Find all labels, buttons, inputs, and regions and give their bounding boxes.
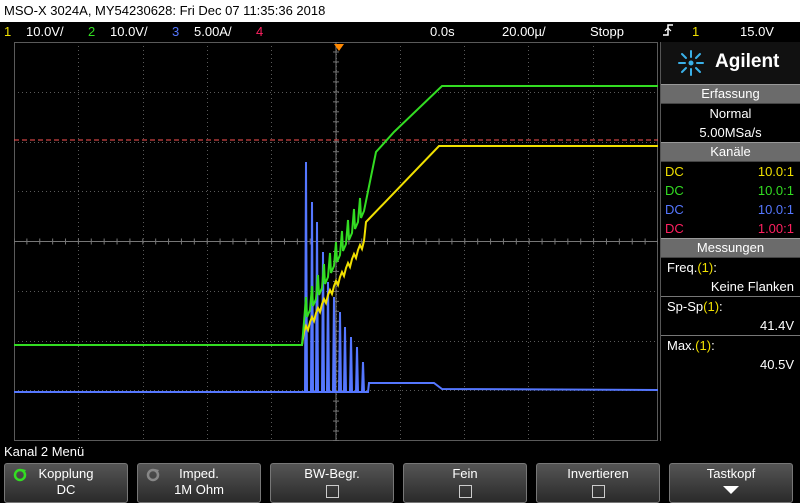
ch1-number[interactable]: 1: [4, 22, 11, 42]
submenu-arrow-icon: [723, 486, 739, 494]
softkey-value: 1M Ohm: [174, 482, 224, 497]
rotate-knob-icon: [146, 468, 160, 482]
channel-probe-ratio: 10.0:1: [757, 202, 794, 217]
meas-name: Freq.: [667, 260, 698, 275]
acquisition-mode: Normal: [709, 106, 752, 121]
channel-coupling: DC: [665, 202, 684, 217]
ch2-number[interactable]: 2: [88, 22, 95, 42]
softkey-bw-limit[interactable]: BW-Begr.: [270, 463, 394, 503]
bw-limit-checkbox[interactable]: [325, 485, 339, 498]
softkey-label: BW-Begr.: [304, 466, 360, 481]
trigger-channel[interactable]: 1: [692, 22, 699, 42]
softkey-label: Invertieren: [567, 466, 629, 481]
ch2-scale[interactable]: 10.0V/: [110, 22, 148, 42]
softkey-probe[interactable]: Tastkopf: [669, 463, 793, 503]
channel-coupling: DC: [665, 164, 684, 179]
waveform-display[interactable]: [14, 42, 658, 441]
channel-probe-ratio: 10.0:1: [757, 164, 794, 179]
measurement-pkpk-value: 41.4V: [760, 318, 794, 333]
channel-row-1: DC 10.0:1: [661, 162, 800, 181]
ch3-number[interactable]: 3: [172, 22, 179, 42]
brand-name: Agilent: [715, 51, 780, 72]
meas-colon: :: [719, 299, 723, 314]
agilent-spark-icon: [678, 50, 704, 76]
softkey-coupling[interactable]: Kopplung DC: [4, 463, 128, 503]
measurement-freq-value: Keine Flanken: [710, 279, 794, 294]
channel-coupling: DC: [665, 221, 684, 236]
softkey-invert[interactable]: Invertieren: [536, 463, 660, 503]
graticule[interactable]: [14, 42, 658, 441]
ch1-scale[interactable]: 10.0V/: [26, 22, 64, 42]
meas-channel: (1): [695, 338, 712, 353]
meas-colon: :: [711, 338, 715, 353]
channels-header: Kanäle: [661, 142, 800, 162]
menu-title: Kanal 2 Menü: [4, 444, 85, 459]
trigger-level[interactable]: 15.0V: [740, 22, 774, 42]
channel-coupling: DC: [665, 183, 684, 198]
ch4-number[interactable]: 4: [256, 22, 263, 42]
run-state[interactable]: Stopp: [590, 22, 624, 42]
side-panel: Agilent Erfassung Normal 5.00MSa/s Kanäl…: [660, 42, 800, 441]
sample-rate: 5.00MSa/s: [699, 125, 762, 140]
meas-name: Sp-Sp: [667, 299, 704, 314]
measurement-pkpk-label: Sp-Sp(1):: [661, 297, 800, 316]
measurement-freq-label: Freq.(1):: [661, 258, 800, 277]
softkey-label: Tastkopf: [706, 466, 756, 481]
invert-checkbox[interactable]: [591, 485, 605, 498]
softkey-value: DC: [56, 482, 76, 497]
fine-checkbox[interactable]: [458, 485, 472, 498]
softkey-fine[interactable]: Fein: [403, 463, 527, 503]
measurement-max-label: Max.(1):: [661, 336, 800, 355]
meas-channel: (1): [697, 260, 714, 275]
measurements-header: Messungen: [661, 238, 800, 258]
softkey-bar: Kopplung DC Imped. 1M Ohm BW-Begr. Fein …: [0, 461, 800, 503]
status-bar: 1 10.0V/ 2 10.0V/ 3 5.00A/ 4 0.0s 20.00µ…: [0, 22, 800, 42]
channel-probe-ratio: 10.0:1: [757, 183, 794, 198]
time-offset[interactable]: 0.0s: [430, 22, 455, 42]
channel-row-2: DC 10.0:1: [661, 181, 800, 200]
meas-channel: (1): [703, 299, 720, 314]
channel-list: DC 10.0:1 DC 10.0:1 DC 10.0:1 DC 1.00:1: [661, 162, 800, 238]
channel-probe-ratio: 1.00:1: [757, 221, 794, 236]
softkey-label: Fein: [452, 466, 478, 481]
ch3-scale[interactable]: 5.00A/: [194, 22, 232, 42]
rotate-knob-icon: [13, 468, 27, 482]
channel-row-4: DC 1.00:1: [661, 219, 800, 238]
softkey-impedance[interactable]: Imped. 1M Ohm: [137, 463, 261, 503]
meas-colon: :: [713, 260, 717, 275]
acquisition-header: Erfassung: [661, 84, 800, 104]
brand-logo: Agilent: [661, 42, 800, 84]
trigger-edge-icon: [662, 22, 674, 44]
time-scale[interactable]: 20.00µ/: [502, 22, 546, 42]
channel-row-3: DC 10.0:1: [661, 200, 800, 219]
window-title: MSO-X 3024A, MY54230628: Fri Dec 07 11:3…: [0, 0, 800, 22]
measurement-max-value: 40.5V: [760, 357, 794, 372]
meas-name: Max.: [667, 338, 696, 353]
